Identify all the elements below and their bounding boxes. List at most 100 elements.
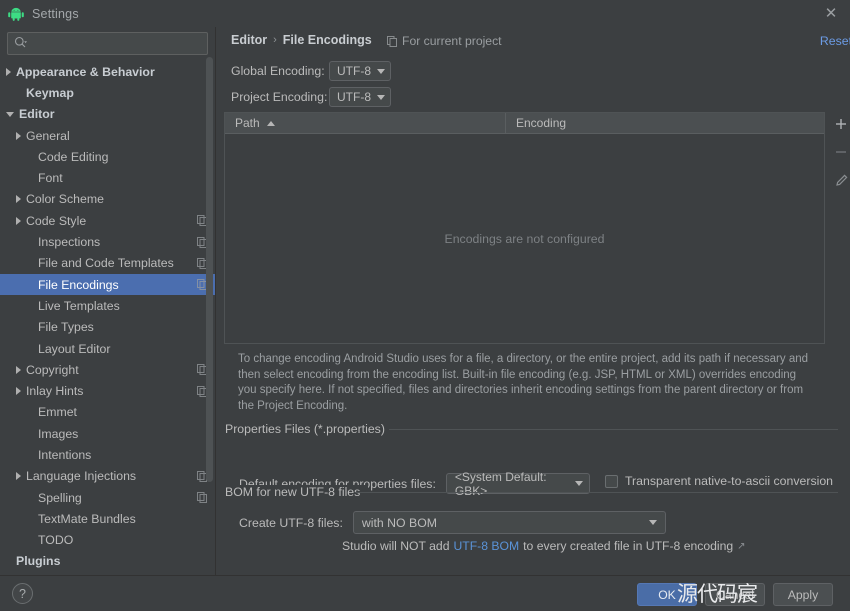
project-encoding-label: Project Encoding: [231,90,328,104]
sidebar-item-plugins[interactable]: Plugins [0,551,215,572]
sidebar-search-wrap [0,27,215,60]
default-properties-encoding-value: <System Default: GBK> [454,469,547,498]
bom-hint-prefix: Studio will NOT add [342,539,450,553]
chevron-right-icon[interactable] [6,67,11,76]
sidebar-item-emmet[interactable]: Emmet [0,402,215,423]
sidebar-item-inlay-hints[interactable]: Inlay Hints [0,380,215,401]
breadcrumb-separator: › [273,34,277,46]
sidebar-item-label: Language Injections [26,469,137,484]
sidebar-item-textmate-bundles[interactable]: TextMate Bundles [0,508,215,529]
main-panel: Editor › File Encodings For current proj… [217,27,850,575]
column-header-encoding[interactable]: Encoding [506,113,824,133]
sidebar-item-label: Layout Editor [38,341,111,356]
global-encoding-label: Global Encoding: [231,64,325,78]
sidebar-item-font[interactable]: Font [0,167,215,188]
search-input[interactable] [27,35,201,52]
ok-button[interactable]: OK [637,583,697,606]
sidebar-item-appearance-behavior[interactable]: Appearance & Behavior [0,61,215,82]
sidebar-item-images[interactable]: Images [0,423,215,444]
chevron-right-icon[interactable] [16,387,21,396]
sidebar-item-file-types[interactable]: File Types [0,317,215,338]
apply-button[interactable]: Apply [773,583,833,606]
sidebar-item-label: Images [38,426,79,441]
table-empty-message: Encodings are not configured [444,232,605,246]
sidebar-item-code-editing[interactable]: Code Editing [0,146,215,167]
encodings-table[interactable]: Path Encoding Encodings are not configur… [224,112,825,344]
column-header-encoding-label: Encoding [516,116,567,130]
sidebar-item-keymap[interactable]: Keymap [0,82,215,103]
close-icon[interactable]: ✕ [822,5,840,23]
sidebar-item-todo[interactable]: TODO [0,530,215,551]
table-body: Encodings are not configured [225,135,824,343]
sidebar-item-copyright[interactable]: Copyright [0,359,215,380]
sidebar-item-intentions[interactable]: Intentions [0,444,215,465]
help-button[interactable]: ? [12,583,33,604]
cancel-button[interactable]: Cancel [705,583,765,606]
global-encoding-dropdown[interactable]: UTF-8 [329,61,391,81]
chevron-down-icon[interactable] [6,111,14,117]
reset-link[interactable]: Reset [820,34,850,48]
default-properties-encoding-dropdown[interactable]: <System Default: GBK> [445,470,590,498]
chevron-right-icon[interactable] [16,195,21,204]
sidebar-item-label: Keymap [26,85,74,100]
settings-tree[interactable]: Appearance & Behavior Keymap Editor General… [0,61,215,575]
sidebar-item-label: Inlay Hints [26,384,84,399]
bom-group-title: BOM for new UTF-8 files [225,485,369,499]
chevron-right-icon[interactable] [16,216,21,225]
sidebar-item-label: Live Templates [38,298,120,313]
sidebar-item-file-encodings[interactable]: File Encodings [0,273,215,296]
sidebar-item-label: Intentions [38,447,92,462]
project-scope-icon [197,492,207,504]
add-row-button[interactable] [829,112,850,136]
create-utf8-files-row: Create UTF-8 files: with NO BOM [239,511,666,534]
sidebar-item-editor[interactable]: Editor [0,104,215,125]
search-box[interactable] [7,32,208,55]
sidebar-item-label: Color Scheme [26,192,104,207]
column-header-path[interactable]: Path [225,113,506,133]
sidebar-item-code-style[interactable]: Code Style [0,210,215,231]
search-icon [14,36,27,52]
sidebar-item-label: Emmet [38,405,77,420]
sidebar-item-label: Copyright [26,362,79,377]
transparent-conversion-checkbox[interactable] [605,474,618,488]
remove-row-button[interactable] [829,140,850,164]
settings-dialog: Settings ✕ Appearance & Behavior Keymap Ed… [0,0,850,611]
column-header-path-label: Path [235,116,260,130]
breadcrumb-parent[interactable]: Editor [231,33,267,47]
chevron-down-icon [574,481,583,486]
project-encoding-dropdown[interactable]: UTF-8 [329,87,391,107]
sidebar-scrollbar[interactable] [206,57,213,482]
properties-group-title: Properties Files (*.properties) [225,422,393,436]
sidebar-item-label: TODO [38,533,74,548]
global-encoding-value: UTF-8 [337,64,371,78]
transparent-conversion-row[interactable]: Transparent native-to-ascii conversion [605,474,833,488]
external-link-icon: ↗ [737,540,746,552]
create-utf8-files-dropdown[interactable]: with NO BOM [352,511,666,534]
sidebar-item-color-scheme[interactable]: Color Scheme [0,189,215,210]
sidebar-item-live-templates[interactable]: Live Templates [0,295,215,316]
chevron-down-icon [648,520,657,525]
chevron-right-icon[interactable] [16,365,21,374]
sidebar-item-general[interactable]: General [0,125,215,146]
utf8-bom-link[interactable]: UTF-8 BOM [453,539,519,553]
sidebar-item-label: File and Code Templates [38,256,174,271]
sidebar-item-label: File Types [38,320,94,335]
table-header-row: Path Encoding [225,113,824,134]
sidebar-item-inspections[interactable]: Inspections [0,231,215,252]
chevron-right-icon[interactable] [16,131,21,140]
sidebar-item-file-and-code-templates[interactable]: File and Code Templates [0,253,215,274]
properties-group-divider [389,429,838,430]
sidebar-item-layout-editor[interactable]: Layout Editor [0,338,215,359]
sidebar-item-language-injections[interactable]: Language Injections [0,466,215,487]
chevron-right-icon[interactable] [16,472,21,481]
edit-row-button[interactable] [829,168,850,192]
android-robot-icon [8,7,24,21]
sidebar-item-spelling[interactable]: Spelling [0,487,215,508]
sidebar-item-label: Appearance & Behavior [16,64,155,79]
